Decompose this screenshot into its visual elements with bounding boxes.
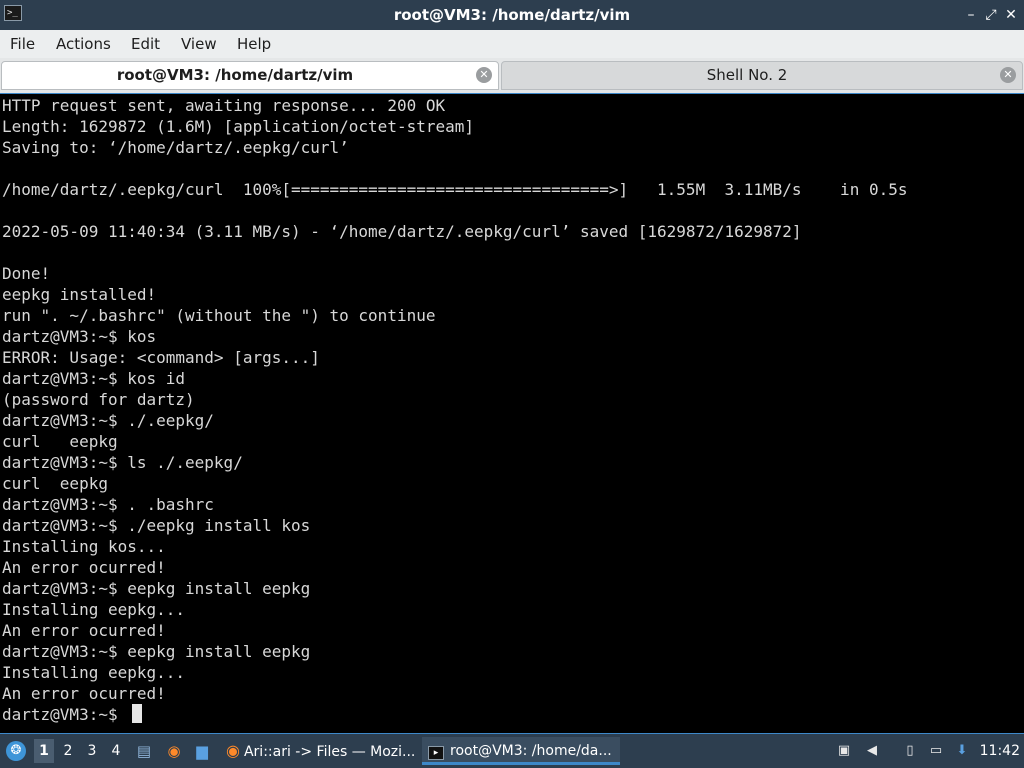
- tab-bar: root@VM3: /home/dartz/vim ✕ Shell No. 2 …: [0, 58, 1024, 93]
- terminal-line: Saving to: ‘/home/dartz/.eepkg/curl’: [2, 138, 349, 157]
- menu-help[interactable]: Help: [237, 30, 271, 58]
- task-terminal[interactable]: ▸ root@VM3: /home/da...: [422, 737, 620, 765]
- menu-edit[interactable]: Edit: [131, 30, 160, 58]
- terminal-line: Done!: [2, 264, 51, 283]
- terminal-line: eepkg installed!: [2, 285, 157, 304]
- terminal-line: Installing eepkg...: [2, 600, 186, 619]
- terminal-line: ERROR: Usage: <command> [args...]: [2, 348, 320, 367]
- terminal-icon: ▸: [428, 746, 444, 760]
- tab-shell-2[interactable]: Shell No. 2 ✕: [501, 61, 1023, 90]
- volume-icon[interactable]: ◀: [864, 743, 880, 759]
- window-titlebar[interactable]: >_ root@VM3: /home/dartz/vim – ⤢ ✕: [0, 0, 1024, 30]
- lxqt-start-icon[interactable]: ❂: [6, 741, 26, 761]
- terminal-line: dartz@VM3:~$ kos id: [2, 369, 186, 388]
- text-cursor: [132, 704, 142, 723]
- terminal-line: An error ocurred!: [2, 684, 166, 703]
- terminal-line: dartz@VM3:~$ ./.eepkg/: [2, 411, 214, 430]
- terminal-line: An error ocurred!: [2, 621, 166, 640]
- terminal-line: Installing eepkg...: [2, 663, 186, 682]
- show-desktop-icon[interactable]: ▆: [194, 743, 210, 759]
- menu-bar: File Actions Edit View Help: [0, 30, 1024, 58]
- terminal-line: /home/dartz/.eepkg/curl 100%[===========…: [2, 180, 908, 199]
- tab-label: root@VM3: /home/dartz/vim: [116, 66, 354, 84]
- terminal-line: dartz@VM3:~$ ./eepkg install kos: [2, 516, 311, 535]
- workspace-2[interactable]: 2: [58, 739, 78, 763]
- terminal-output[interactable]: dartz@VM3:~$ An error ocurred! Installing…: [0, 93, 1024, 734]
- terminal-line: dartz@VM3:~$ . .bashrc: [2, 495, 214, 514]
- terminal-line: run ". ~/.bashrc" (without the ") to con…: [2, 306, 436, 325]
- menu-actions[interactable]: Actions: [56, 30, 111, 58]
- terminal-line: curl eepkg: [2, 432, 118, 451]
- minimize-button[interactable]: –: [962, 6, 980, 24]
- tab-root-vm3[interactable]: root@VM3: /home/dartz/vim ✕: [1, 61, 499, 90]
- clock[interactable]: 11:42: [980, 734, 1020, 768]
- taskbar: ❂ 1 2 3 4 ▤ ◉ ▆ ◉ Ari::ari -> Files — Moz…: [0, 734, 1024, 768]
- terminal-line: dartz@VM3:~$ eepkg install eepkg: [2, 642, 311, 661]
- window-title: root@VM3: /home/dartz/vim: [393, 6, 631, 24]
- terminal-line: (password for dartz): [2, 390, 195, 409]
- terminal-line: 2022-05-09 11:40:34 (3.11 MB/s) - ‘/home…: [2, 222, 802, 241]
- tab-label: Shell No. 2: [706, 66, 788, 84]
- menu-view[interactable]: View: [181, 30, 217, 58]
- terminal-line: dartz@VM3:~$ ls ./.eepkg/: [2, 453, 243, 472]
- terminal-line: dartz@VM3:~$ eepkg install eepkg: [2, 579, 311, 598]
- terminal-line: An error ocurred!: [2, 558, 166, 577]
- terminal-line: Installing kos...: [2, 537, 166, 556]
- workspace-1[interactable]: 1: [34, 739, 54, 763]
- clipboard-icon[interactable]: ▯: [902, 743, 918, 759]
- menu-file[interactable]: File: [10, 30, 35, 58]
- terminal-line: dartz@VM3:~$: [2, 705, 128, 724]
- terminal-line: dartz@VM3:~$ kos: [2, 327, 157, 346]
- close-window-button[interactable]: ✕: [1002, 6, 1020, 24]
- update-notifier-icon[interactable]: ⬇: [954, 743, 970, 759]
- network-icon[interactable]: ▭: [928, 743, 944, 759]
- task-firefox[interactable]: ◉ Ari::ari -> Files — Mozi...: [222, 737, 418, 765]
- terminal-line: Length: 1629872 (1.6M) [application/octe…: [2, 117, 475, 136]
- workspace-3[interactable]: 3: [82, 739, 102, 763]
- firefox-icon: ◉: [226, 741, 240, 760]
- firefox-icon[interactable]: ◉: [166, 743, 182, 759]
- workspace-4[interactable]: 4: [106, 739, 126, 763]
- close-tab-icon[interactable]: ✕: [1000, 67, 1016, 83]
- screenshot-icon[interactable]: ▣: [836, 743, 852, 759]
- maximize-button[interactable]: ⤢: [982, 6, 1000, 24]
- terminal-scrollbar[interactable]: [1017, 96, 1023, 731]
- file-manager-icon[interactable]: ▤: [136, 743, 152, 759]
- terminal-line: HTTP request sent, awaiting response... …: [2, 96, 446, 115]
- task-label: root@VM3: /home/da...: [450, 743, 612, 759]
- close-tab-icon[interactable]: ✕: [476, 67, 492, 83]
- task-label: Ari::ari -> Files — Mozi...: [243, 744, 416, 760]
- terminal-line: curl eepkg: [2, 474, 108, 493]
